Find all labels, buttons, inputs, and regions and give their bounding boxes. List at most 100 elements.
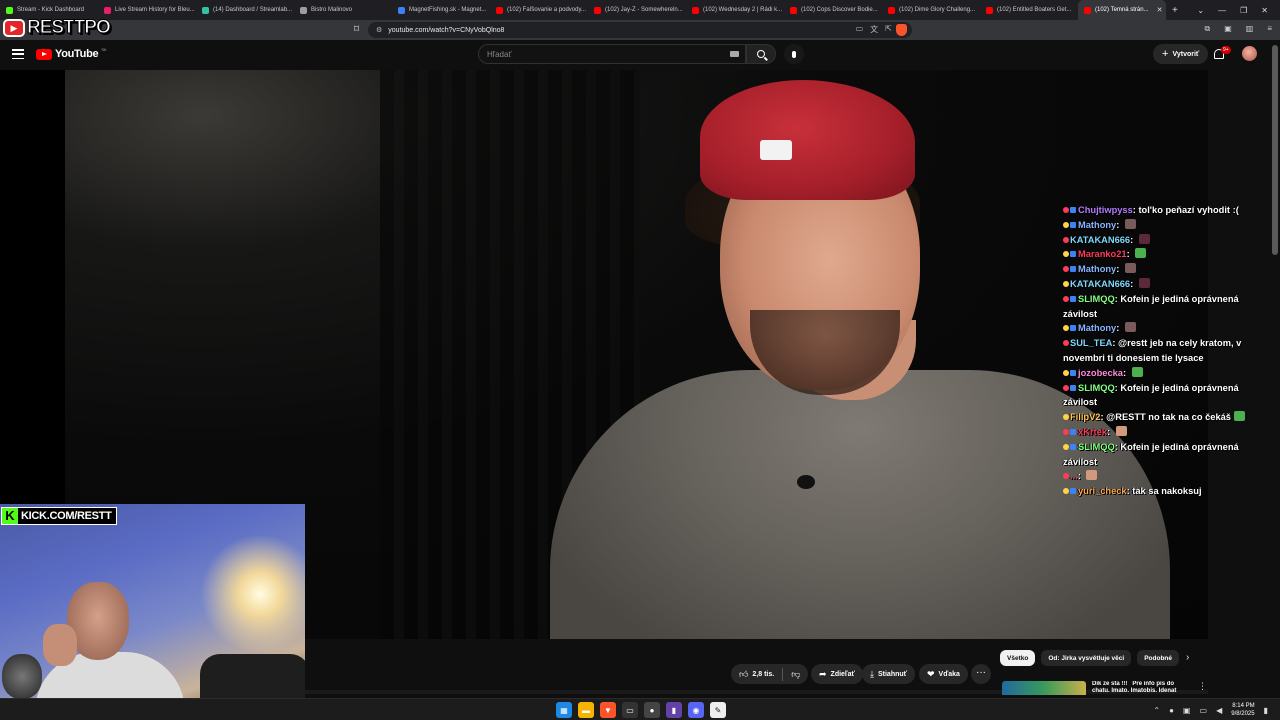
browser-tab-active[interactable]: (102) Temná strán... ✕	[1078, 0, 1166, 20]
dislike-icon[interactable]: 👎︎	[791, 669, 800, 680]
subscriber-badge-icon	[1070, 488, 1076, 495]
hamburger-menu-icon[interactable]	[12, 49, 24, 59]
account-avatar[interactable]	[1242, 46, 1257, 61]
omnibox[interactable]: ⚙ youtube.com/watch?v=CNyVobQlno8 ▭ 文 ⇱ …	[368, 22, 912, 38]
tray-mic-icon[interactable]: ●	[1169, 706, 1174, 715]
file-explorer-icon[interactable]: ▬	[578, 702, 594, 718]
browser-menu-icon[interactable]: ≡	[1267, 24, 1272, 34]
browser-tab[interactable]: (102) Wednesday 2 | Rádi k...	[686, 0, 784, 20]
chat-message: SLIMQQ: Kofein je jediná oprávnená závil…	[1063, 292, 1268, 322]
keyboard-icon[interactable]	[730, 51, 739, 57]
subscriber-badge-icon	[1070, 325, 1076, 332]
bookmark-icon[interactable]: ⌑	[354, 24, 359, 35]
chat-username: jozobecka	[1078, 367, 1123, 378]
tray-network-icon[interactable]: ▣	[1183, 706, 1191, 715]
browser-tab[interactable]: (102) Faľšovanie a podvody...	[490, 0, 588, 20]
more-actions-button[interactable]: ···	[971, 664, 991, 684]
webcam-overlay: K KICK.COM/RESTT	[0, 504, 305, 720]
translate-icon[interactable]: 文	[870, 24, 878, 35]
browser-tab[interactable]: (102) Jay-Z - Somewhereln...	[588, 0, 686, 20]
tray-volume-icon[interactable]: ◀	[1216, 706, 1222, 715]
recommendation-item[interactable]: Dik ze sta !!! Pre info pis do chatu. Im…	[1002, 681, 1207, 695]
webcam-lamp-glow	[200, 534, 305, 654]
like-divider	[782, 667, 784, 681]
like-icon[interactable]: 👍︎	[739, 669, 748, 680]
kick-url-text: KICK.COM/RESTT	[21, 510, 112, 522]
chat-badge-icon	[1063, 369, 1069, 376]
share-icon[interactable]: ⇱	[885, 24, 892, 35]
notification-center-icon[interactable]: ▮	[1264, 706, 1268, 715]
search-button[interactable]	[746, 44, 776, 64]
search-box[interactable]	[478, 44, 746, 64]
chat-emote-icon	[1124, 263, 1136, 274]
filter-chip[interactable]: Všetko	[1000, 650, 1036, 666]
chat-username: KATAKAN666	[1070, 234, 1131, 245]
thanks-button[interactable]: ❤︎ Vďaka	[919, 664, 968, 684]
chat-separator: :	[1116, 219, 1122, 230]
search-input[interactable]	[487, 49, 717, 59]
chat-message: yuri_check: tak sa nakoksuj	[1063, 484, 1268, 499]
terminal-icon[interactable]: ▭	[622, 702, 638, 718]
discord-icon[interactable]: ◉	[688, 702, 704, 718]
tab-search-icon[interactable]: ⌄	[1197, 6, 1204, 15]
new-tab-icon[interactable]: +	[1166, 5, 1184, 16]
chat-badge-icon	[1063, 280, 1069, 287]
wallet-icon[interactable]: ▣	[1224, 24, 1232, 34]
chat-message: SUL_TEA: @restt jeb na cely kratom, v no…	[1063, 336, 1268, 366]
minimize-icon[interactable]: —	[1218, 6, 1226, 15]
chips-next-icon[interactable]: ›	[1186, 652, 1189, 663]
recommendation-title[interactable]: Dik ze sta !!! Pre info pis do chatu. Im…	[1092, 681, 1192, 695]
plus-icon: +	[1162, 48, 1169, 60]
chat-badge-icon	[1063, 251, 1069, 258]
tray-overflow-icon[interactable]: ⌃	[1153, 706, 1160, 715]
chat-message: FilipV2: @RESTT no tak na co čekáš	[1063, 410, 1268, 425]
page-scrollbar[interactable]	[1272, 45, 1278, 255]
tab-title: (102) Entitled Boaters Get...	[997, 7, 1072, 13]
url-text[interactable]: youtube.com/watch?v=CNyVobQlno8	[388, 27, 504, 34]
browser-tab[interactable]: MagnetFishing.sk - Magnet...	[392, 0, 490, 20]
tab-favicon-icon	[692, 6, 699, 14]
like-count[interactable]: 2,8 tis.	[752, 671, 774, 678]
filter-chip[interactable]: Podobné	[1137, 650, 1180, 666]
site-info-icon[interactable]: ⚙	[376, 26, 382, 34]
tray-monitor-icon[interactable]: ▭	[1200, 706, 1208, 715]
chat-username: Mathony	[1078, 219, 1117, 230]
brave-browser-icon[interactable]: ▼	[600, 702, 616, 718]
tab-title: (102) Dime Glory Challeng...	[899, 7, 976, 13]
youtube-logo[interactable]: YouTube SK	[36, 46, 107, 60]
close-tab-icon[interactable]: ✕	[1157, 6, 1163, 14]
extensions-icon[interactable]: ⧉	[1204, 24, 1210, 34]
create-button[interactable]: + Vytvoriť	[1153, 44, 1209, 64]
voice-search-button[interactable]	[784, 44, 804, 64]
browser-tab[interactable]: (102) Dime Glory Challeng...	[882, 0, 980, 20]
obs-icon[interactable]: ●	[644, 702, 660, 718]
download-icon: ⤓	[870, 668, 874, 679]
browser-tab[interactable]: Live Stream History for Bleu...	[98, 0, 196, 20]
filter-chip[interactable]: Od: Jirka vysvětluje věci	[1041, 650, 1132, 666]
share-button[interactable]: ➦ Zdieľať	[811, 664, 863, 684]
sidebar-icon[interactable]: ▥	[1246, 24, 1254, 34]
browser-tab-strip: Stream - Kick Dashboard Live Stream Histo…	[0, 0, 1280, 20]
notes-app-icon[interactable]: ✎	[710, 702, 726, 718]
recommendation-menu-icon[interactable]: ⋮	[1198, 681, 1207, 695]
cast-icon[interactable]: ▭	[856, 24, 864, 35]
maximize-icon[interactable]: ❐	[1240, 6, 1247, 15]
tab-title: (102) Jay-Z - Somewhereln...	[605, 7, 683, 13]
browser-tab[interactable]: Bistro Malinovo	[294, 0, 392, 20]
chat-badge-icon	[1063, 428, 1069, 435]
country-code: SK	[101, 46, 107, 52]
browser-tab[interactable]: (14) Dashboard / Streamlab...	[196, 0, 294, 20]
browser-tab[interactable]: (102) Entitled Boaters Get...	[980, 0, 1078, 20]
chat-badge-icon	[1063, 443, 1069, 450]
subscriber-badge-icon	[1070, 295, 1076, 302]
taskbar-clock[interactable]: 8:14 PM 9/8/2025	[1231, 702, 1254, 718]
download-button[interactable]: ⤓ Stiahnuť	[862, 664, 916, 684]
start-windows-icon[interactable]: ▦	[556, 702, 572, 718]
streamer-hand	[43, 624, 77, 666]
browser-tab[interactable]: (102) Cops Discover Bodie...	[784, 0, 882, 20]
brave-shield-icon[interactable]	[896, 24, 907, 36]
subscriber-badge-icon	[1070, 221, 1076, 228]
close-window-icon[interactable]: ✕	[1261, 6, 1268, 15]
recommendation-thumbnail[interactable]	[1002, 681, 1086, 695]
twitch-icon[interactable]: ▮	[666, 702, 682, 718]
